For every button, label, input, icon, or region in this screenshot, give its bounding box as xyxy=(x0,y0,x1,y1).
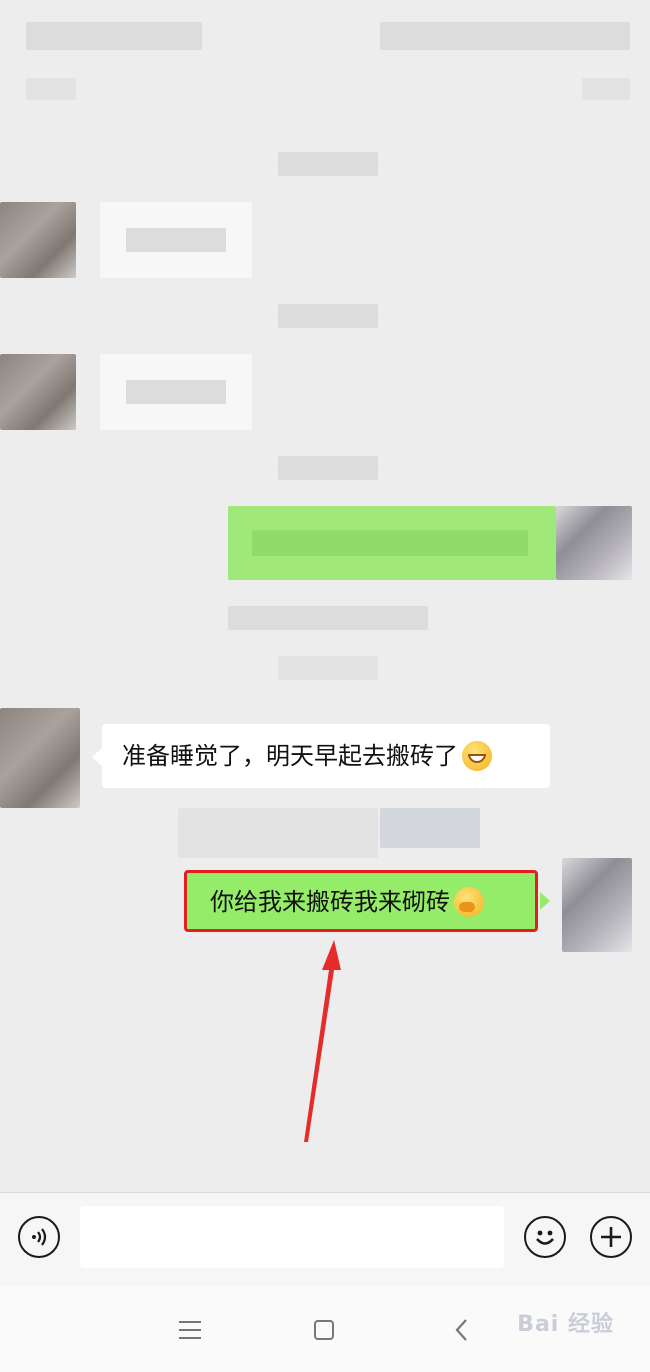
blurred-message-text xyxy=(380,808,480,848)
blurred-timestamp xyxy=(278,656,378,680)
blurred-avatar[interactable] xyxy=(0,354,76,430)
back-button[interactable] xyxy=(446,1314,478,1346)
blurred-message-text xyxy=(126,380,226,404)
bubble-tail xyxy=(540,892,550,910)
blurred-subtitle-left xyxy=(26,78,76,100)
blurred-avatar[interactable] xyxy=(0,202,76,278)
blurred-message-text xyxy=(252,530,528,556)
grinning-emoji-icon xyxy=(462,741,492,771)
plus-icon xyxy=(601,1227,621,1247)
highlight-box xyxy=(184,870,538,932)
bubble-tail xyxy=(92,748,102,766)
blurred-system-text xyxy=(228,606,428,630)
blurred-avatar[interactable] xyxy=(562,858,632,952)
red-arrow-icon xyxy=(304,940,341,1142)
blurred-avatar[interactable] xyxy=(0,708,80,808)
blurred-title-right xyxy=(380,22,630,50)
more-button[interactable] xyxy=(590,1216,632,1258)
menu-button[interactable] xyxy=(174,1314,206,1346)
emoji-button[interactable] xyxy=(524,1216,566,1258)
menu-icon xyxy=(179,1321,201,1339)
chat-input-bar xyxy=(0,1192,650,1286)
blurred-timestamp xyxy=(278,152,378,176)
message-input[interactable] xyxy=(80,1206,504,1268)
smiley-icon xyxy=(536,1230,554,1245)
voice-button[interactable] xyxy=(18,1216,60,1258)
voice-icon xyxy=(32,1228,47,1246)
blurred-title-left xyxy=(26,22,202,50)
blurred-message-text xyxy=(126,228,226,252)
blurred-subtitle-right xyxy=(582,78,630,100)
chat-area[interactable]: 准备睡觉了，明天早起去搬砖了 你给我来搬砖我来砌砖 xyxy=(0,0,650,1192)
system-navigation-bar: Bai 经验 xyxy=(0,1286,650,1372)
home-button[interactable] xyxy=(308,1314,340,1346)
blurred-message-text xyxy=(178,808,378,858)
back-chevron-icon xyxy=(455,1319,467,1341)
blurred-timestamp xyxy=(278,456,378,480)
blurred-avatar[interactable] xyxy=(556,506,632,580)
message-text: 准备睡觉了，明天早起去搬砖了 xyxy=(122,742,458,770)
message-bubble-left[interactable]: 准备睡觉了，明天早起去搬砖了 xyxy=(102,724,550,788)
blurred-timestamp xyxy=(278,304,378,328)
baidu-watermark: Bai 经验 xyxy=(517,1312,614,1337)
square-home-icon xyxy=(314,1320,334,1340)
